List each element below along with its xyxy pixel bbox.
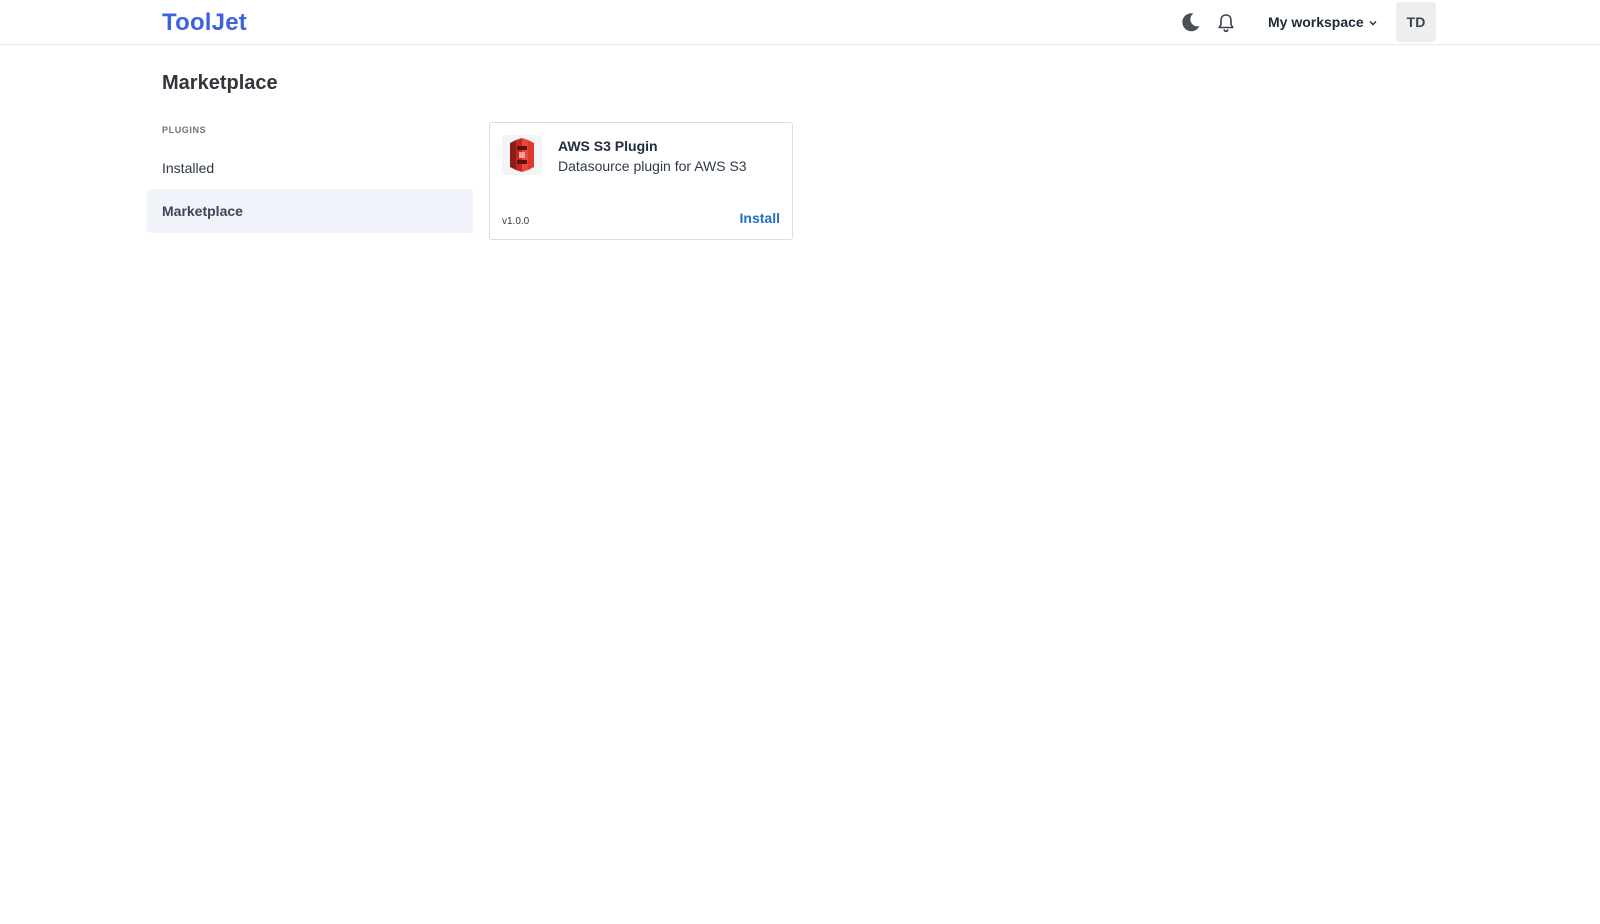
plugin-description: Datasource plugin for AWS S3 <box>558 158 747 174</box>
moon-icon[interactable] <box>1180 11 1202 33</box>
user-avatar[interactable]: TD <box>1396 2 1436 42</box>
sidebar-item-marketplace[interactable]: Marketplace <box>147 189 473 233</box>
aws-s3-icon <box>502 135 542 175</box>
workspace-dropdown[interactable]: My workspace <box>1268 13 1378 31</box>
sidebar-item-installed[interactable]: Installed <box>147 146 473 190</box>
chevron-down-icon <box>1369 20 1377 25</box>
bell-icon[interactable] <box>1216 12 1236 34</box>
top-navbar: ToolJet My workspace TD <box>0 0 1600 45</box>
workspace-label: My workspace <box>1268 14 1364 30</box>
plugin-version: v1.0.0 <box>502 216 530 227</box>
plugin-card: AWS S3 Plugin Datasource plugin for AWS … <box>489 122 793 240</box>
sidebar-section-label: PLUGINS <box>162 125 207 135</box>
page-title: Marketplace <box>162 72 278 94</box>
tooljet-logo[interactable]: ToolJet <box>162 9 247 37</box>
install-button[interactable]: Install <box>740 210 780 226</box>
plugin-name: AWS S3 Plugin <box>558 138 658 154</box>
